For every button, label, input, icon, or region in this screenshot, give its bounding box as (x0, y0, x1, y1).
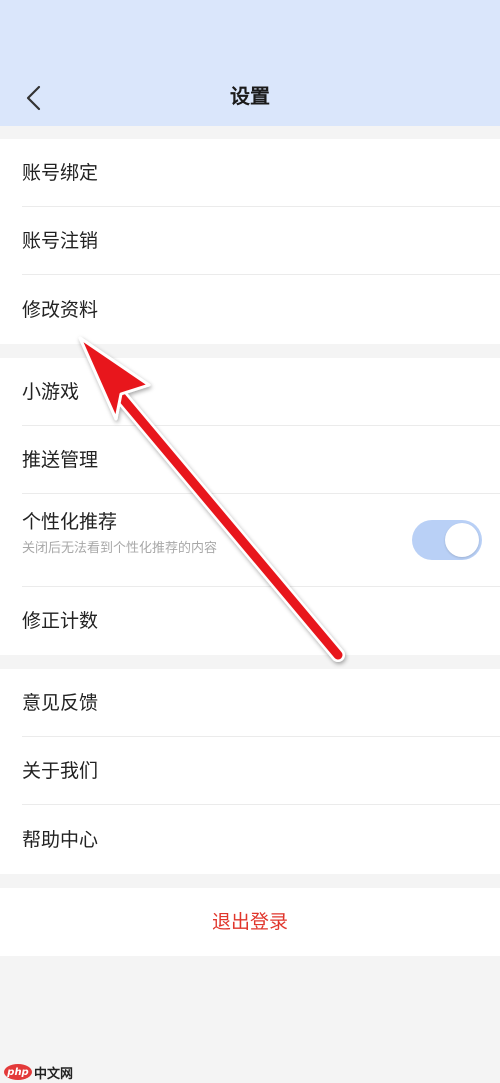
page-title: 设置 (230, 84, 270, 108)
settings-item-label: 小游戏 (22, 381, 80, 403)
header-bar: 设置 (0, 0, 500, 126)
watermark-logo: php 中文网 (4, 1062, 73, 1082)
watermark-badge: php (4, 1064, 32, 1080)
settings-item-label: 帮助中心 (22, 829, 99, 851)
settings-item-account-cancellation[interactable]: 账号注销 (0, 207, 500, 275)
settings-item-personalized-recommendation: 个性化推荐 关闭后无法看到个性化推荐的内容 (0, 494, 500, 587)
watermark-text: 中文网 (34, 1066, 74, 1082)
settings-item-feedback[interactable]: 意见反馈 (0, 669, 500, 737)
settings-item-label: 个性化推荐 (22, 511, 118, 533)
settings-item-label: 修改资料 (22, 299, 99, 321)
logout-button[interactable]: 退出登录 (0, 888, 500, 956)
toggle-knob (445, 523, 479, 557)
settings-group-content: 小游戏 推送管理 个性化推荐 关闭后无法看到个性化推荐的内容 修正计数 (0, 358, 500, 655)
settings-group-support: 意见反馈 关于我们 帮助中心 (0, 669, 500, 874)
settings-item-mini-games[interactable]: 小游戏 (0, 358, 500, 426)
settings-item-correct-count[interactable]: 修正计数 (0, 587, 500, 655)
divider (22, 274, 500, 275)
settings-item-label: 修正计数 (22, 610, 99, 632)
settings-item-account-binding[interactable]: 账号绑定 (0, 139, 500, 207)
personalized-recommendation-toggle[interactable] (412, 520, 482, 560)
settings-item-label: 意见反馈 (22, 692, 99, 714)
settings-item-help-center[interactable]: 帮助中心 (0, 806, 500, 874)
settings-item-description: 关闭后无法看到个性化推荐的内容 (22, 541, 218, 556)
logout-label: 退出登录 (211, 911, 288, 933)
settings-item-label: 账号注销 (22, 230, 99, 252)
settings-item-about-us[interactable]: 关于我们 (0, 737, 500, 805)
settings-group-account: 账号绑定 账号注销 修改资料 (0, 139, 500, 344)
divider (22, 804, 500, 805)
settings-item-label: 账号绑定 (22, 162, 99, 184)
settings-item-push-management[interactable]: 推送管理 (0, 426, 500, 494)
settings-item-edit-profile[interactable]: 修改资料 (0, 276, 500, 344)
settings-item-label: 关于我们 (22, 760, 99, 782)
settings-item-label: 推送管理 (22, 449, 99, 471)
